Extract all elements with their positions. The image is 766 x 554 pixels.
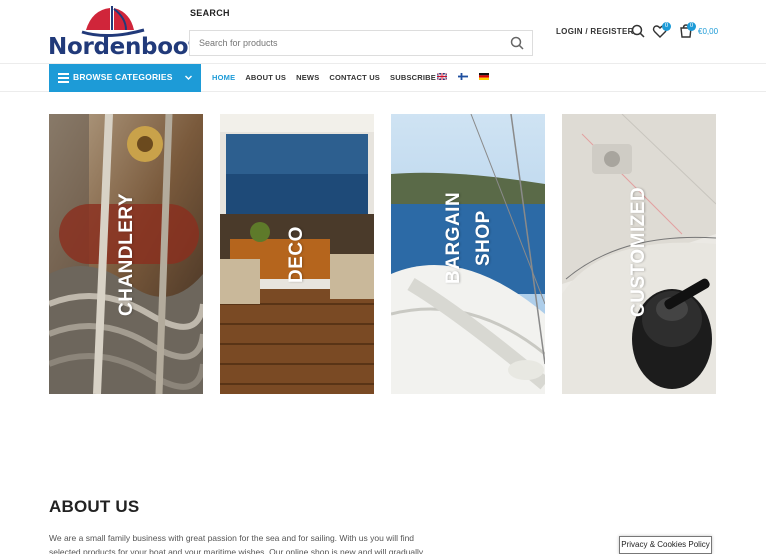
- category-label-customized: CUSTOMIZED: [628, 186, 649, 317]
- nav-item-subscribe[interactable]: SUBSCRIBE: [390, 73, 436, 82]
- main-menu: HOME ABOUT US NEWS CONTACT US SUBSCRIBE: [212, 73, 446, 82]
- header-search-icon[interactable]: [630, 23, 646, 39]
- nav-item-news[interactable]: NEWS: [296, 73, 319, 82]
- nav-item-contact-us[interactable]: CONTACT US: [329, 73, 380, 82]
- search-label: SEARCH: [190, 8, 230, 18]
- nav-item-home[interactable]: HOME: [212, 73, 235, 82]
- privacy-cookies-button[interactable]: Privacy & Cookies Policy: [619, 536, 712, 554]
- cart-count-badge: 0: [687, 22, 696, 31]
- category-label-shop: SHOP: [473, 210, 494, 266]
- menu-icon: [58, 73, 69, 83]
- finnish-flag-icon[interactable]: [458, 73, 468, 80]
- category-tile-deco[interactable]: DECO: [220, 114, 374, 394]
- chevron-down-icon: [185, 75, 192, 80]
- category-tile-customized[interactable]: CUSTOMIZED: [562, 114, 716, 394]
- category-tile-chandlery[interactable]: CHANDLERY: [49, 114, 203, 394]
- browse-categories-label: BROWSE CATEGORIES: [73, 72, 173, 82]
- login-register-link[interactable]: LOGIN / REGISTER: [556, 27, 634, 36]
- search-input[interactable]: [190, 31, 500, 55]
- category-label-bargain: BARGAIN: [443, 191, 464, 284]
- german-flag-icon[interactable]: [479, 73, 489, 80]
- english-flag-icon[interactable]: [437, 73, 447, 80]
- browse-categories-button[interactable]: BROWSE CATEGORIES: [49, 64, 201, 92]
- site-header: Nordenboot SEARCH LOGIN / REGISTER 0 0 €…: [0, 0, 766, 64]
- about-us-heading: ABOUT US: [49, 497, 140, 516]
- cart-total[interactable]: €0,00: [698, 27, 718, 36]
- category-label-deco: DECO: [286, 225, 307, 283]
- brand-name[interactable]: Nordenboot: [48, 34, 199, 60]
- search-box: [189, 30, 533, 56]
- main-navbar: BROWSE CATEGORIES HOME ABOUT US NEWS CON…: [0, 64, 766, 92]
- about-us-text: We are a small family business with grea…: [49, 533, 424, 554]
- wishlist-count-badge: 0: [662, 22, 671, 31]
- search-icon[interactable]: [510, 36, 524, 50]
- category-label-chandlery: CHANDLERY: [116, 192, 137, 316]
- nav-item-about-us[interactable]: ABOUT US: [245, 73, 286, 82]
- category-tile-bargain-shop[interactable]: BARGAIN SHOP: [391, 114, 545, 394]
- bargain-shop-sailboat-image: [391, 114, 545, 394]
